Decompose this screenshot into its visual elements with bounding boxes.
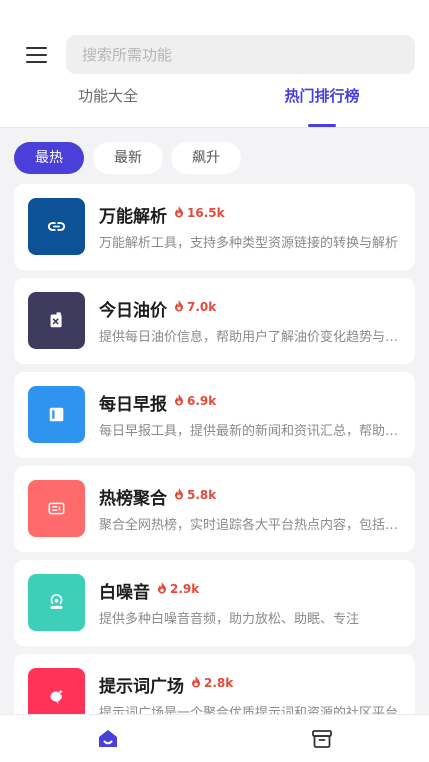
item-description: 万能解析工具，支持多种类型资源链接的转换与解析 xyxy=(99,236,399,251)
item-title: 今日油价 xyxy=(99,301,167,321)
sound-icon xyxy=(28,574,85,631)
hot-count: 6.9k xyxy=(174,394,216,408)
archive-icon[interactable] xyxy=(310,727,334,751)
list-item-universal-parser[interactable]: 万能解析 16.5k 万能解析工具，支持多种类型资源链接的转换与解析 xyxy=(14,184,415,270)
hot-count: 2.8k xyxy=(191,676,233,690)
hot-count: 16.5k xyxy=(174,206,225,220)
menu-icon[interactable] xyxy=(22,42,52,68)
item-title: 万能解析 xyxy=(99,207,167,227)
newspaper-icon xyxy=(28,386,85,443)
link-icon xyxy=(28,198,85,255)
item-title: 热榜聚合 xyxy=(99,489,167,509)
item-description: 聚合全网热榜，实时追踪各大平台热点内容，包括微博知乎等 xyxy=(99,518,403,533)
item-title: 白噪音 xyxy=(99,583,150,603)
search-input[interactable] xyxy=(66,35,415,74)
bottom-nav xyxy=(0,714,429,762)
flame-icon xyxy=(175,300,183,312)
list-item-oil-price[interactable]: 今日油价 7.0k 提供每日油价信息，帮助用户了解油价变化趋势与各地价格 xyxy=(14,278,415,364)
top-bar: 功能大全 热门排行榜 xyxy=(0,0,429,128)
flame-icon xyxy=(175,488,183,500)
home-icon[interactable] xyxy=(96,727,120,751)
list-icon xyxy=(28,480,85,537)
filter-newest[interactable]: 最新 xyxy=(93,142,163,174)
flame-icon xyxy=(175,394,183,406)
list-item-daily-news[interactable]: 每日早报 6.9k 每日早报工具，提供最新的新闻和资讯汇总，帮助用户快速了解 xyxy=(14,372,415,458)
fuel-icon xyxy=(28,292,85,349)
tab-hot-ranking[interactable]: 热门排行榜 xyxy=(262,86,382,128)
item-description: 提供多种白噪音音频，助力放松、助眠、专注 xyxy=(99,612,360,627)
hot-count: 7.0k xyxy=(174,300,216,314)
item-description: 提供每日油价信息，帮助用户了解油价变化趋势与各地价格 xyxy=(99,330,403,345)
item-title: 每日早报 xyxy=(99,395,167,415)
flame-icon xyxy=(192,676,200,688)
list-item-white-noise[interactable]: 白噪音 2.9k 提供多种白噪音音频，助力放松、助眠、专注 xyxy=(14,560,415,646)
item-description: 每日早报工具，提供最新的新闻和资讯汇总，帮助用户快速了解 xyxy=(99,424,403,439)
filter-hottest[interactable]: 最热 xyxy=(14,142,84,174)
hot-count: 5.8k xyxy=(174,488,216,502)
flame-icon xyxy=(158,582,166,594)
hot-count: 2.9k xyxy=(157,582,199,596)
list-item-trending-aggregate[interactable]: 热榜聚合 5.8k 聚合全网热榜，实时追踪各大平台热点内容，包括微博知乎等 xyxy=(14,466,415,552)
flame-icon xyxy=(175,206,183,218)
tab-functions[interactable]: 功能大全 xyxy=(58,86,158,128)
item-title: 提示词广场 xyxy=(99,677,184,697)
active-tab-indicator xyxy=(308,124,336,127)
filter-rising[interactable]: 飙升 xyxy=(171,142,241,174)
